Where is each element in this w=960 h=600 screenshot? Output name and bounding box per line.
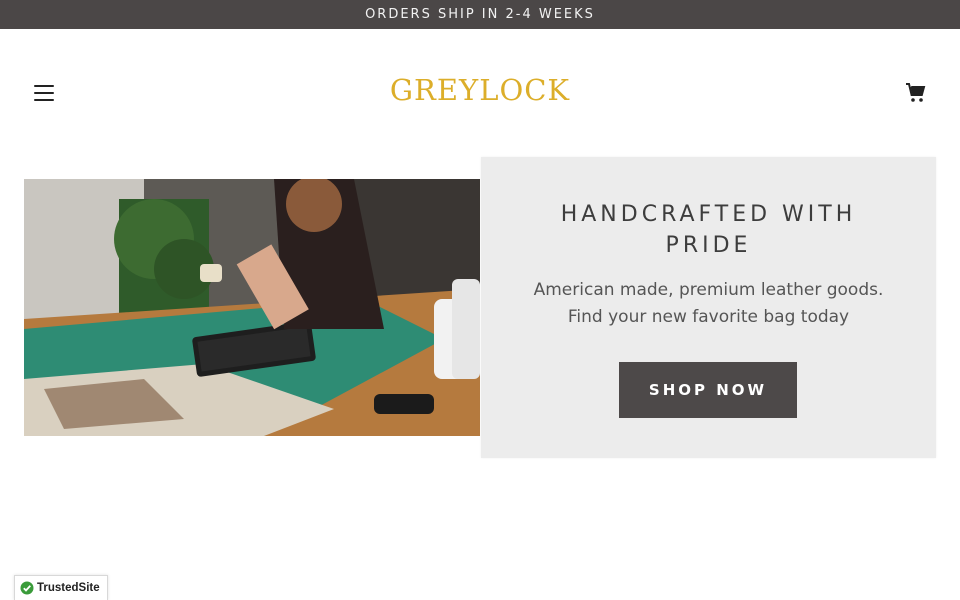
hero-card: HANDCRAFTED WITH PRIDE American made, pr… [481,157,936,458]
site-header: GREYLOCK [0,29,960,149]
announcement-text: ORDERS SHIP IN 2-4 WEEKS [365,7,595,22]
trustedsite-badge[interactable]: TrustedSite [14,575,108,600]
shop-now-button[interactable]: SHOP NOW [619,362,797,418]
site-logo[interactable]: GREYLOCK [380,73,580,107]
cart-button[interactable] [904,81,928,105]
hero-title: HANDCRAFTED WITH PRIDE [560,202,857,258]
hero-subtitle-line2: Find your new favorite bag today [567,307,850,327]
hero-subtitle-line1: American made, premium leather goods. [533,280,884,300]
cart-icon [906,83,926,102]
check-shield-icon [20,581,34,595]
menu-button[interactable] [34,85,54,101]
hero-image [24,179,480,436]
hero-subtitle: American made, premium leather goods. Fi… [501,277,916,331]
trustedsite-label: TrustedSite [37,582,100,594]
leather-workshop-photo [24,179,480,436]
announcement-bar: ORDERS SHIP IN 2-4 WEEKS [0,0,960,29]
hamburger-icon [34,85,54,87]
